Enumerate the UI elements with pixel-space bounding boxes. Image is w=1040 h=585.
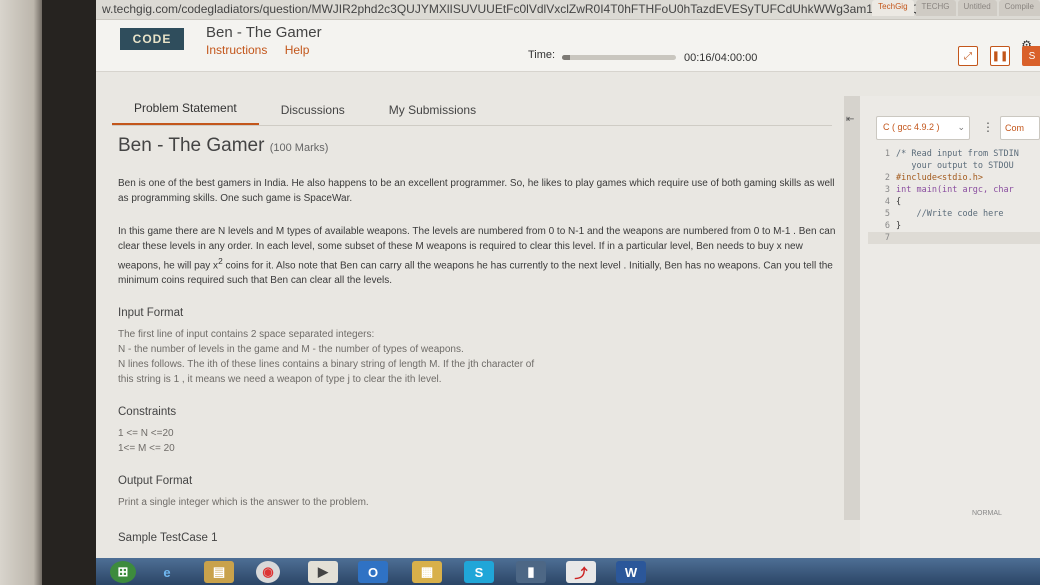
sample-testcase-title: Sample TestCase 1 <box>118 532 218 544</box>
internet-explorer-icon[interactable]: e <box>152 561 182 583</box>
constraint-item: 1 <= N <=20 <box>118 428 174 440</box>
chevron-down-icon: ⌄ <box>957 122 965 132</box>
output-format-text: Print a single integer which is the answ… <box>118 497 369 509</box>
input-line: N - the number of levels in the game and… <box>118 344 464 356</box>
line-number: 3 <box>884 185 890 195</box>
page-title: Ben - The Gamer <box>206 24 322 41</box>
input-format-title: Input Format <box>118 307 184 320</box>
app-icon[interactable]: ▮ <box>516 561 546 583</box>
windows-taskbar: ⊞ e ▤ ◉ ▶ O ▦ S ▮ ⤴ W <box>96 558 1040 585</box>
constraints-list: 1 <= N <=20 1<= M <= 20 <box>118 426 838 456</box>
editor-mode: NORMAL <box>972 510 1002 517</box>
pause-button[interactable]: ❚❚ <box>990 46 1010 66</box>
line-number: 6 <box>884 221 890 231</box>
code-text: your output to STDOU <box>896 161 1014 171</box>
background-wall <box>0 0 48 585</box>
word-icon[interactable]: W <box>616 561 646 583</box>
help-link[interactable]: Help <box>285 43 310 57</box>
problem-title: Ben - The Gamer (100 Marks) <box>118 134 838 160</box>
code-line[interactable]: 1 /* Read input from STDIN <box>868 148 1040 160</box>
problem-intro: Ben is one of the best gamers in India. … <box>118 178 835 204</box>
submit-button[interactable]: S <box>1022 46 1040 66</box>
code-line[interactable]: your output to STDOU <box>868 160 1040 172</box>
timer-label: Time: <box>528 49 556 61</box>
language-select[interactable]: C ( gcc 4.9.2 ) ⌄ <box>876 116 970 140</box>
header-links: Instructions Help <box>206 43 323 57</box>
problem-body: In this game there are N levels and M ty… <box>118 224 838 288</box>
line-number: 2 <box>884 173 890 183</box>
browser-tabs: TechGig TECHG Untitled Compile <box>872 0 1040 16</box>
code-text: /* Read input from STDIN <box>896 149 1019 159</box>
code-text: #include<stdio.h> <box>896 173 983 183</box>
browser-screen: w.techgig.com/codegladiators/question/MW… <box>96 0 1040 560</box>
problem-title-text: Ben - The Gamer <box>118 135 265 156</box>
constraint-item: 1<= M <= 20 <box>118 443 175 455</box>
output-format-title: Output Format <box>118 475 193 488</box>
code-text: } <box>896 221 902 231</box>
problem-marks: (100 Marks) <box>269 142 329 154</box>
input-line: this string is 1 , it means we need a we… <box>118 374 442 386</box>
submit-button-label: S <box>1028 50 1036 62</box>
chrome-icon[interactable]: ◉ <box>256 561 280 583</box>
code-area[interactable]: 1 /* Read input from STDIN your output to… <box>868 148 1040 508</box>
fullscreen-button[interactable]: ⤢ <box>958 46 978 66</box>
timer-progress-bar <box>562 55 676 60</box>
problem-body-part-2: coins for it. Also note that Ben can car… <box>118 260 833 287</box>
compile-button[interactable]: Com <box>1000 116 1040 140</box>
code-editor-panel: C ( gcc 4.9.2 ) ⌄ ⋮ Com 1 /* Read input f… <box>860 96 1040 560</box>
tab-my-submissions[interactable]: My Submissions <box>367 103 498 125</box>
tab-problem-statement[interactable]: Problem Statement <box>112 101 259 125</box>
code-line[interactable]: 2 #include<stdio.h> <box>868 172 1040 184</box>
collapse-arrow-icon[interactable]: ⇤ <box>846 114 854 125</box>
start-button-icon[interactable]: ⊞ <box>110 561 136 583</box>
line-number: 7 <box>884 233 890 243</box>
browser-tab-untitled[interactable]: Untitled <box>957 0 997 16</box>
input-line: The first line of input contains 2 space… <box>118 329 375 341</box>
code-line[interactable]: 7 <box>868 232 1040 244</box>
code-line[interactable]: 6} <box>868 220 1040 232</box>
instructions-link[interactable]: Instructions <box>206 43 267 57</box>
tab-discussions[interactable]: Discussions <box>259 103 367 125</box>
problem-statement: Ben - The Gamer (100 Marks) Ben is one o… <box>118 134 838 560</box>
panel-divider[interactable] <box>844 96 860 520</box>
code-text: int main(int argc, char <box>896 185 1014 195</box>
browser-tab-compile[interactable]: Compile <box>998 0 1040 16</box>
monitor-bezel <box>42 0 100 585</box>
constraints-title: Constraints <box>118 406 177 419</box>
pause-icon: ❚❚ <box>991 50 1009 62</box>
skype-icon[interactable]: S <box>464 561 494 583</box>
url-text[interactable]: w.techgig.com/codegladiators/question/MW… <box>102 2 944 16</box>
line-number: 1 <box>884 149 890 159</box>
input-line: N lines follows. The ith of these lines … <box>118 359 535 371</box>
media-player-icon[interactable]: ▶ <box>308 561 338 583</box>
code-line[interactable]: 3 int main(int argc, char <box>868 184 1040 196</box>
more-options-icon[interactable]: ⋮ <box>982 120 994 134</box>
timer-value: 00:16/04:00:00 <box>684 52 758 64</box>
language-value: C ( gcc 4.9.2 ) <box>883 122 940 132</box>
browser-tab-techgig[interactable]: TechGig <box>872 0 914 16</box>
file-explorer-icon[interactable]: ▤ <box>204 561 234 583</box>
outlook-icon[interactable]: O <box>358 561 388 583</box>
line-number: 4 <box>884 197 890 207</box>
folder-icon[interactable]: ▦ <box>412 561 442 583</box>
code-text: { <box>896 197 902 207</box>
timer-progress-fill <box>562 55 570 60</box>
code-line[interactable]: 5 //Write code here <box>868 208 1040 220</box>
expand-icon: ⤢ <box>964 50 972 62</box>
code-line[interactable]: 4{ <box>868 196 1040 208</box>
app-header: CODE Ben - The Gamer Instructions Help T… <box>96 20 1040 72</box>
pdf-reader-icon[interactable]: ⤴ <box>566 561 596 583</box>
problem-tabs: Problem Statement Discussions My Submiss… <box>112 96 832 126</box>
line-number: 5 <box>884 209 890 219</box>
browser-tab-techg[interactable]: TECHG <box>915 0 956 16</box>
code-text: //Write code here <box>896 209 1004 219</box>
input-format-text: The first line of input contains 2 space… <box>118 327 838 387</box>
code-gladiators-logo[interactable]: CODE <box>120 28 184 50</box>
